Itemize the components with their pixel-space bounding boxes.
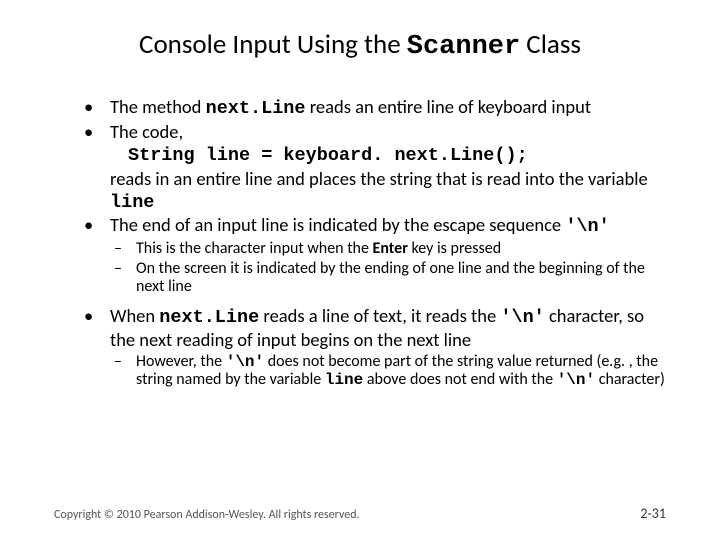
cont-pre: reads in an entire line and places the s… [110,167,648,190]
sub-list-2: However, the '\n' does not become part o… [54,353,666,390]
b1-mono: next.Line [206,98,306,119]
sub-3: However, the '\n' does not become part o… [114,353,666,390]
slide: Console Input Using the Scanner Class Th… [0,0,720,540]
b3-mono: '\n' [565,216,609,237]
title-mono: Scanner [407,32,520,62]
title-text-pre: Console Input Using the [139,28,407,61]
sub-1: This is the character input when the Ent… [114,240,666,259]
b2-text: The code, [110,120,183,143]
s3-pre: However, the [136,352,226,371]
sub-2: On the screen it is indicated by the end… [114,260,666,297]
bullet-3: The end of an input line is indicated by… [84,214,666,238]
bullet-2-continuation: reads in an entire line and places the s… [54,168,666,214]
sub-list-1: This is the character input when the Ent… [54,240,666,297]
b4-m1: next.Line [159,307,259,328]
s1-bold: Enter [373,239,408,258]
b4-mid: reads a line of text, it reads the [259,304,500,327]
s1-post: key is pressed [408,239,501,258]
slide-title: Console Input Using the Scanner Class [54,28,666,62]
s3-post: character) [595,370,665,389]
s3-m1: '\n' [226,353,264,371]
s1-pre: This is the character input when the [136,239,373,258]
bullet-2: The code, [84,121,666,143]
b3-pre: The end of an input line is indicated by… [110,213,565,236]
footer: Copyright © 2010 Pearson Addison-Wesley.… [54,505,666,522]
s3-m2: line [325,371,363,389]
title-text-post: Class [520,28,581,61]
page-number: 2-31 [640,505,666,522]
b1-post: reads an entire line of keyboard input [306,95,592,118]
bullet-4: When next.Line reads a line of text, it … [84,305,666,351]
s3-mid2: above does not end with the [363,370,556,389]
code-line: String line = keyboard. next.Line(); [54,144,666,167]
bullet-list-3: When next.Line reads a line of text, it … [54,305,666,351]
bullet-list-2: The end of an input line is indicated by… [54,214,666,238]
b1-pre: The method [110,95,206,118]
b4-m2: '\n' [500,307,544,328]
s2-text: On the screen it is indicated by the end… [136,259,645,297]
b4-pre: When [110,304,159,327]
cont-mono: line [110,192,154,213]
s3-m3: '\n' [557,371,595,389]
copyright-text: Copyright © 2010 Pearson Addison-Wesley.… [54,508,360,522]
bullet-list: The method next.Line reads an entire lin… [54,96,666,143]
bullet-1: The method next.Line reads an entire lin… [84,96,666,120]
